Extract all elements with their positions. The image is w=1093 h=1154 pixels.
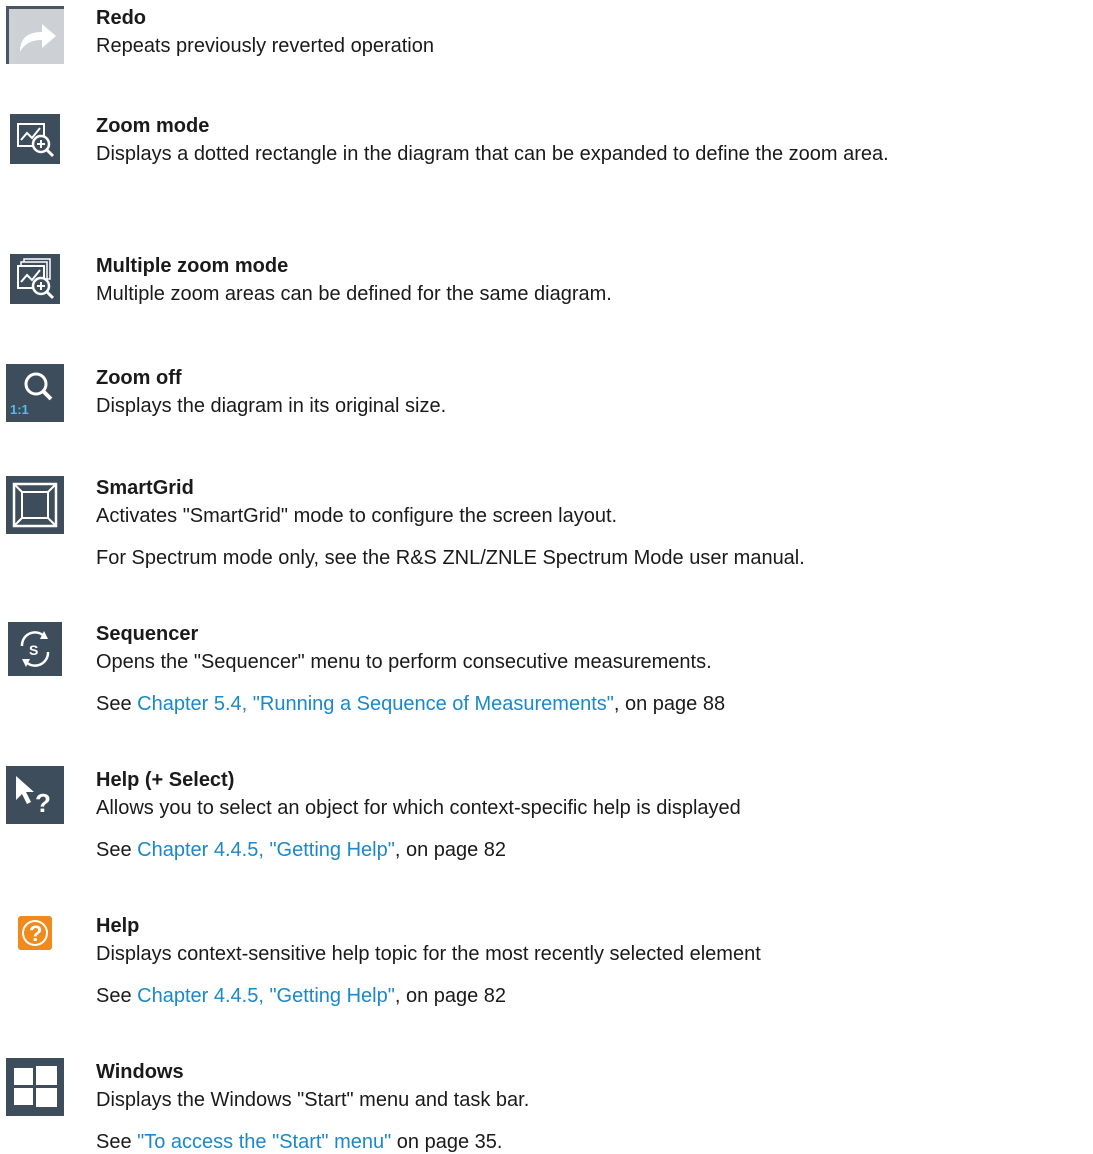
- entry-description: Allows you to select an object for which…: [96, 797, 741, 819]
- entry-redo-text: Redo Repeats previously reverted operati…: [96, 6, 1083, 62]
- entry-title: Help (+ Select): [96, 769, 235, 791]
- entry-description: Opens the "Sequencer" menu to perform co…: [96, 651, 712, 673]
- entry-zoom-off-text: Zoom off Displays the diagram in its ori…: [96, 366, 1083, 422]
- entry-title: Multiple zoom mode: [96, 255, 289, 277]
- help-select-icon-label: ?: [35, 788, 51, 818]
- entry-title: SmartGrid: [96, 477, 194, 499]
- sequencer-icon[interactable]: S: [8, 622, 62, 676]
- entry-title: Windows: [96, 1061, 184, 1083]
- entry-smartgrid-text: SmartGrid Activates "SmartGrid" mode to …: [96, 476, 1083, 570]
- entry-description: Displays the diagram in its original siz…: [96, 395, 447, 417]
- redo-icon[interactable]: [6, 6, 64, 64]
- entry-windows-text: Windows Displays the Windows "Start" men…: [96, 1060, 1083, 1154]
- entry-help-text: Help Displays context-sensitive help top…: [96, 914, 1083, 1008]
- entry-multiple-zoom-mode-text: Multiple zoom mode Multiple zoom areas c…: [96, 254, 1083, 310]
- see-suffix: , on page 82: [394, 985, 507, 1007]
- entry-note: For Spectrum mode only, see the R&S ZNL/…: [96, 547, 805, 569]
- zoom-off-icon-label: 1:1: [10, 402, 29, 417]
- start-menu-link[interactable]: "To access the "Start" menu": [137, 1131, 391, 1153]
- entry-title: Sequencer: [96, 623, 199, 645]
- chapter-link[interactable]: Chapter 4.4.5, "Getting Help": [137, 985, 395, 1007]
- chapter-link[interactable]: Chapter 5.4, "Running a Sequence of Meas…: [137, 693, 614, 715]
- entry-title: Zoom off: [96, 367, 182, 389]
- entry-description: Repeats previously reverted operation: [96, 35, 434, 57]
- entry-description: Activates "SmartGrid" mode to configure …: [96, 505, 618, 527]
- entry-description: Displays a dotted rectangle in the diagr…: [96, 143, 889, 165]
- see-suffix: , on page 88: [613, 693, 726, 715]
- help-icon[interactable]: ?: [10, 912, 60, 962]
- help-icon-label: ?: [29, 921, 42, 946]
- entry-title: Zoom mode: [96, 115, 210, 137]
- entry-title: Redo: [96, 7, 146, 29]
- entry-description: Multiple zoom areas can be defined for t…: [96, 283, 612, 305]
- zoom-mode-icon[interactable]: [10, 114, 60, 164]
- entry-see-also: See Chapter 4.4.5, "Getting Help", on pa…: [96, 838, 1083, 862]
- see-prefix: See: [96, 693, 138, 715]
- sequencer-icon-label: S: [29, 642, 38, 658]
- windows-icon[interactable]: [6, 1058, 64, 1116]
- zoom-off-icon[interactable]: 1:1: [6, 364, 64, 422]
- entry-sequencer-text: Sequencer Opens the "Sequencer" menu to …: [96, 622, 1083, 716]
- entry-title: Help: [96, 915, 140, 937]
- see-suffix: on page 35.: [391, 1131, 503, 1153]
- see-suffix: , on page 82: [394, 839, 507, 861]
- entry-description: Displays context-sensitive help topic fo…: [96, 943, 761, 965]
- see-prefix: See: [96, 985, 138, 1007]
- entry-see-also: See "To access the "Start" menu" on page…: [96, 1130, 1083, 1154]
- help-select-icon[interactable]: ?: [6, 766, 64, 824]
- entry-see-also: See Chapter 5.4, "Running a Sequence of …: [96, 692, 1083, 716]
- entry-zoom-mode-text: Zoom mode Displays a dotted rectangle in…: [96, 114, 1083, 170]
- multiple-zoom-mode-icon[interactable]: [10, 254, 60, 304]
- see-prefix: See: [96, 839, 138, 861]
- see-prefix: See: [96, 1131, 138, 1153]
- chapter-link[interactable]: Chapter 4.4.5, "Getting Help": [137, 839, 395, 861]
- entry-help-select-text: Help (+ Select) Allows you to select an …: [96, 768, 1083, 862]
- smartgrid-icon[interactable]: [6, 476, 64, 534]
- entry-see-also: See Chapter 4.4.5, "Getting Help", on pa…: [96, 984, 1083, 1008]
- entry-description: Displays the Windows "Start" menu and ta…: [96, 1089, 530, 1111]
